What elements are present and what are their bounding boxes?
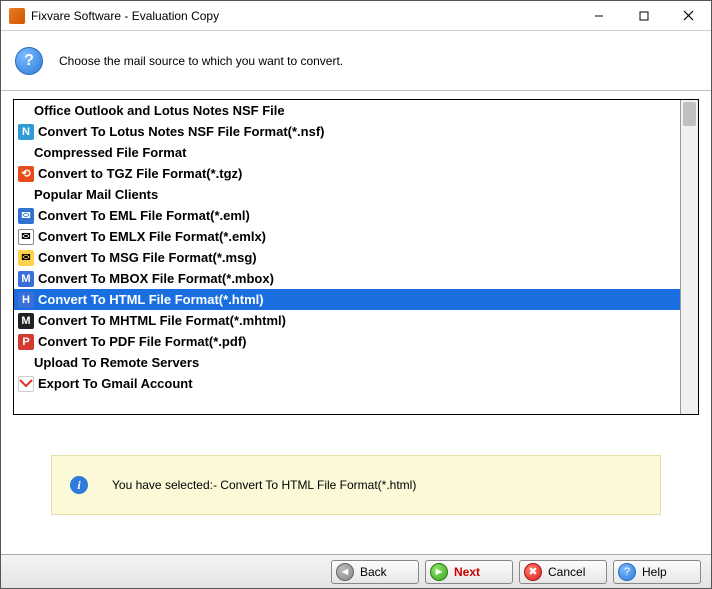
item-label: Convert To EMLX File Format(*.emlx) [38, 229, 266, 244]
msg-icon: ✉ [18, 250, 34, 266]
list-item-emlx[interactable]: ✉ Convert To EMLX File Format(*.emlx) [14, 226, 680, 247]
app-icon [9, 8, 25, 24]
pdf-icon: P [18, 334, 34, 350]
list-item-nsf[interactable]: N Convert To Lotus Notes NSF File Format(… [14, 121, 680, 142]
item-label: Convert To MBOX File Format(*.mbox) [38, 271, 274, 286]
button-label: Help [642, 565, 667, 579]
close-button[interactable] [666, 1, 711, 31]
html-icon: H [18, 292, 34, 308]
list-body: Office Outlook and Lotus Notes NSF File … [14, 100, 681, 414]
list-item-pdf[interactable]: P Convert To PDF File Format(*.pdf) [14, 331, 680, 352]
format-list: Office Outlook and Lotus Notes NSF File … [13, 99, 699, 415]
item-label: Convert To EML File Format(*.eml) [38, 208, 250, 223]
cancel-button[interactable]: ✖ Cancel [519, 560, 607, 584]
section-header: Upload To Remote Servers [14, 352, 680, 373]
list-item-mbox[interactable]: M Convert To MBOX File Format(*.mbox) [14, 268, 680, 289]
mbox-icon: M [18, 271, 34, 287]
info-message: You have selected:- Convert To HTML File… [112, 478, 416, 492]
section-header: Popular Mail Clients [14, 184, 680, 205]
button-label: Back [360, 565, 387, 579]
tgz-icon: ⟲ [18, 166, 34, 182]
scrollbar[interactable] [681, 100, 698, 414]
titlebar: Fixvare Software - Evaluation Copy [1, 1, 711, 31]
footer: ◄ Back ► Next ✖ Cancel ? Help [1, 554, 711, 588]
cancel-icon: ✖ [524, 563, 542, 581]
item-label: Convert To MHTML File Format(*.mhtml) [38, 313, 286, 328]
button-label: Next [454, 565, 480, 579]
item-label: Convert To HTML File Format(*.html) [38, 292, 264, 307]
button-label: Cancel [548, 565, 585, 579]
help-icon: ? [618, 563, 636, 581]
list-item-gmail[interactable]: Export To Gmail Account [14, 373, 680, 394]
scrollbar-thumb[interactable] [683, 102, 696, 126]
window-title: Fixvare Software - Evaluation Copy [31, 9, 576, 23]
section-header: Office Outlook and Lotus Notes NSF File [14, 100, 680, 121]
gmail-icon [18, 376, 34, 392]
nsf-icon: N [18, 124, 34, 140]
help-button[interactable]: ? Help [613, 560, 701, 584]
mhtml-icon: M [18, 313, 34, 329]
maximize-button[interactable] [621, 1, 666, 31]
item-label: Convert To MSG File Format(*.msg) [38, 250, 257, 265]
minimize-button[interactable] [576, 1, 621, 31]
instruction-text: Choose the mail source to which you want… [59, 54, 343, 68]
content: Office Outlook and Lotus Notes NSF File … [1, 91, 711, 515]
back-icon: ◄ [336, 563, 354, 581]
item-label: Convert To PDF File Format(*.pdf) [38, 334, 246, 349]
eml-icon: ✉ [18, 208, 34, 224]
next-icon: ► [430, 563, 448, 581]
info-box: i You have selected:- Convert To HTML Fi… [51, 455, 661, 515]
info-icon: i [70, 476, 88, 494]
emlx-icon: ✉ [18, 229, 34, 245]
item-label: Convert to TGZ File Format(*.tgz) [38, 166, 242, 181]
list-item-mhtml[interactable]: M Convert To MHTML File Format(*.mhtml) [14, 310, 680, 331]
list-item-html[interactable]: H Convert To HTML File Format(*.html) [14, 289, 680, 310]
section-header: Compressed File Format [14, 142, 680, 163]
item-label: Convert To Lotus Notes NSF File Format(*… [38, 124, 325, 139]
header: ? Choose the mail source to which you wa… [1, 31, 711, 91]
back-button[interactable]: ◄ Back [331, 560, 419, 584]
question-icon: ? [15, 47, 43, 75]
next-button[interactable]: ► Next [425, 560, 513, 584]
list-item-tgz[interactable]: ⟲ Convert to TGZ File Format(*.tgz) [14, 163, 680, 184]
item-label: Export To Gmail Account [38, 376, 193, 391]
list-item-eml[interactable]: ✉ Convert To EML File Format(*.eml) [14, 205, 680, 226]
list-item-msg[interactable]: ✉ Convert To MSG File Format(*.msg) [14, 247, 680, 268]
